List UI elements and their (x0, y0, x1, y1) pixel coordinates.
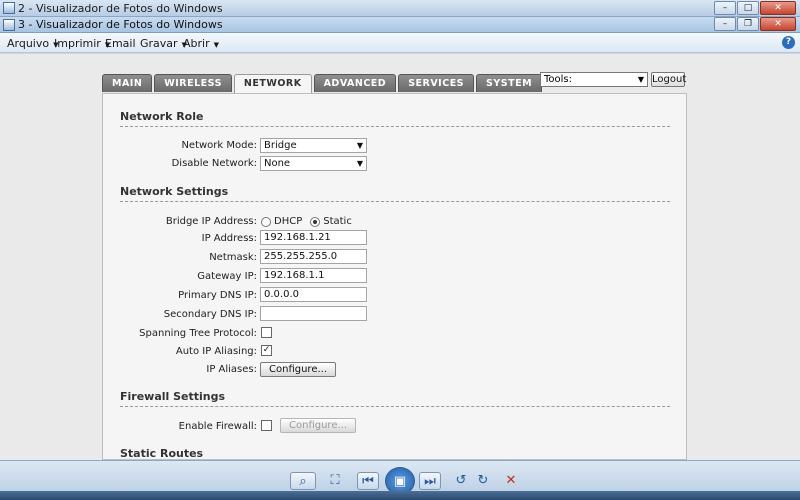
zoom-icon[interactable]: ⌕ (290, 472, 316, 490)
help-icon[interactable]: ? (782, 36, 795, 49)
window-controls: – ❐ ✕ (714, 17, 796, 31)
background-window-controls: – □ ✕ (714, 1, 796, 15)
previous-icon[interactable]: ⏮ (357, 472, 379, 490)
delete-icon[interactable]: ✕ (500, 472, 522, 490)
photo-viewer-app-icon (3, 19, 15, 31)
tab-bar: MAIN WIRELESS NETWORK ADVANCED SERVICES … (102, 74, 544, 93)
background-window-titlebar[interactable]: 2 - Visualizador de Fotos do Windows – □… (0, 0, 800, 17)
ip-aliases-configure-button[interactable]: Configure... (260, 362, 337, 377)
fit-window-icon[interactable]: ⛶ (324, 472, 346, 490)
static-radio-label: Static (323, 216, 352, 227)
auto-ip-aliasing-label: Auto IP Aliasing: (175, 346, 257, 357)
menu-arquivo[interactable]: Arquivo ▼ (7, 37, 59, 50)
logout-button[interactable]: Logout (651, 72, 686, 87)
dhcp-radio-label: DHCP (274, 216, 303, 227)
primary-dns-label: Primary DNS IP: (178, 290, 257, 301)
secondary-dns-input[interactable] (260, 306, 367, 321)
disable-network-value: None (264, 158, 291, 169)
router-config-page: MAIN WIRELESS NETWORK ADVANCED SERVICES … (102, 72, 687, 460)
chevron-down-icon: ▼ (356, 159, 363, 168)
network-mode-select[interactable]: Bridge ▼ (260, 138, 367, 153)
tab-services[interactable]: SERVICES (398, 74, 475, 92)
network-mode-label: Network Mode: (181, 140, 257, 151)
menu-gravar[interactable]: Gravar ▼ (140, 37, 187, 50)
auto-ip-aliasing-checkbox[interactable]: ✓ (261, 345, 272, 356)
minimize-icon[interactable]: – (714, 1, 736, 15)
dhcp-radio[interactable] (261, 216, 271, 227)
menu-arquivo-label: Arquivo (7, 37, 50, 50)
chevron-down-icon: ▼ (213, 41, 219, 49)
network-mode-value: Bridge (264, 140, 297, 151)
tools-select-value: Tools: (544, 74, 573, 85)
menu-abrir-label: Abrir (183, 37, 210, 50)
tab-main[interactable]: MAIN (102, 74, 153, 92)
enable-firewall-checkbox[interactable] (261, 420, 272, 431)
primary-dns-input[interactable]: 0.0.0.0 (260, 287, 367, 302)
firewall-configure-button[interactable]: Configure... (280, 418, 357, 433)
minimize-icon[interactable]: – (714, 17, 736, 31)
photo-viewer-window: 3 - Visualizador de Fotos do Windows – ❐… (0, 17, 800, 500)
bridge-ip-label: Bridge IP Address: (165, 216, 257, 227)
menu-imprimir[interactable]: Imprimir ▼ (54, 37, 110, 50)
tab-advanced[interactable]: ADVANCED (313, 74, 397, 92)
close-icon[interactable]: ✕ (760, 17, 796, 31)
firewall-settings-heading: Firewall Settings (120, 390, 670, 407)
rotate-right-icon[interactable]: ↻ (472, 472, 494, 490)
maximize-icon[interactable]: □ (737, 1, 759, 15)
rotate-left-icon[interactable]: ↺ (450, 472, 472, 490)
ip-aliases-label: IP Aliases: (206, 364, 257, 375)
menu-abrir[interactable]: Abrir ▼ (183, 37, 219, 50)
netmask-label: Netmask: (209, 252, 257, 263)
spanning-tree-checkbox[interactable] (261, 327, 272, 338)
gateway-ip-label: Gateway IP: (197, 271, 257, 282)
menu-imprimir-label: Imprimir (54, 37, 101, 50)
windows-taskbar[interactable] (0, 491, 800, 500)
close-icon[interactable]: ✕ (760, 1, 796, 15)
gateway-ip-input[interactable]: 192.168.1.1 (260, 268, 367, 283)
next-icon[interactable]: ⏭ (419, 472, 441, 490)
bridge-ip-mode: DHCP Static (261, 216, 352, 227)
tools-select[interactable]: Tools: ▼ (540, 72, 648, 87)
network-role-heading: Network Role (120, 110, 670, 127)
disable-network-label: Disable Network: (171, 158, 257, 169)
enable-firewall-label: Enable Firewall: (178, 421, 257, 432)
static-radio[interactable] (310, 216, 321, 227)
chevron-down-icon: ▼ (637, 75, 644, 84)
disable-network-select[interactable]: None ▼ (260, 156, 367, 171)
ip-address-label: IP Address: (201, 233, 257, 244)
tab-wireless[interactable]: WIRELESS (154, 74, 232, 92)
menu-email[interactable]: Email (105, 37, 136, 50)
tab-system[interactable]: SYSTEM (476, 74, 543, 92)
netmask-input[interactable]: 255.255.255.0 (260, 249, 367, 264)
background-window-title: 2 - Visualizador de Fotos do Windows (18, 2, 223, 15)
menu-gravar-label: Gravar (140, 37, 178, 50)
static-routes-heading: Static Routes (120, 447, 670, 460)
network-settings-heading: Network Settings (120, 185, 670, 202)
photo-viewer-app-icon (3, 2, 15, 14)
secondary-dns-label: Secondary DNS IP: (163, 309, 257, 320)
tab-network[interactable]: NETWORK (233, 74, 312, 93)
ip-address-input[interactable]: 192.168.1.21 (260, 230, 367, 245)
window-titlebar[interactable]: 3 - Visualizador de Fotos do Windows – ❐… (0, 17, 800, 33)
window-title: 3 - Visualizador de Fotos do Windows (18, 18, 223, 31)
image-viewport: MAIN WIRELESS NETWORK ADVANCED SERVICES … (0, 54, 800, 460)
menu-bar: Arquivo ▼ Imprimir ▼ Email Gravar ▼ Abrir ▼ … (0, 33, 800, 53)
spanning-tree-label: Spanning Tree Protocol: (139, 328, 257, 339)
restore-icon[interactable]: ❐ (737, 17, 759, 31)
network-settings-panel: Network Role Network Mode: Bridge ▼ Disa… (102, 93, 687, 460)
chevron-down-icon: ▼ (356, 141, 363, 150)
